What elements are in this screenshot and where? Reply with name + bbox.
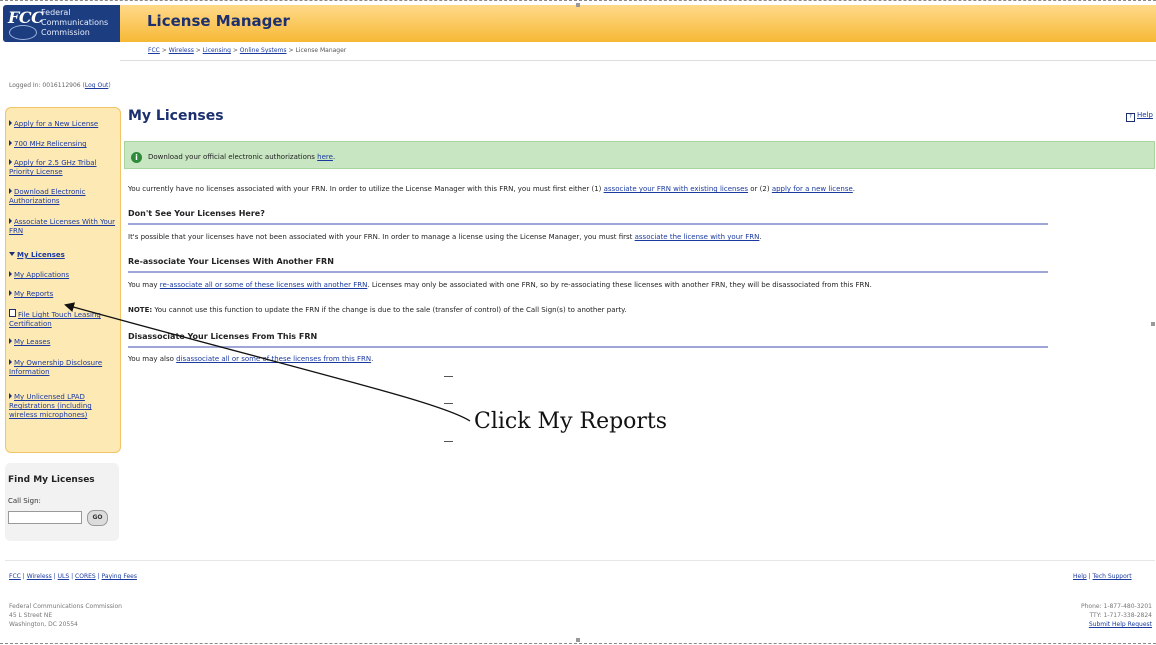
footer-help-link[interactable]: Help (1073, 573, 1087, 580)
footer-link-paying-fees[interactable]: Paying Fees (102, 573, 137, 580)
footer-contact: Phone: 1-877-480-3201 TTY: 1-717-338-282… (1081, 602, 1152, 629)
resize-handle (576, 638, 580, 642)
footer-help-links: Help | Tech Support (1073, 573, 1132, 580)
footer-phone: Phone: 1-877-480-3201 (1080, 603, 1152, 610)
footer-tech-support-link[interactable]: Tech Support (1093, 573, 1132, 580)
submit-help-request-link[interactable]: Submit Help Request (1081, 620, 1152, 629)
resize-handle (576, 3, 580, 7)
footer-link-cores[interactable]: CORES (75, 573, 96, 580)
callout-label: Click My Reports (474, 409, 668, 434)
resize-handle (1151, 322, 1155, 326)
footer-link-wireless[interactable]: Wireless (27, 573, 52, 580)
callout-arrow (64, 302, 471, 422)
footer-link-uls[interactable]: ULS (58, 573, 70, 580)
footer-divider (5, 560, 1155, 561)
screenshot-border-bottom (0, 643, 1156, 644)
footer-links: FCC | Wireless | ULS | CORES | Paying Fe… (9, 573, 137, 580)
footer-tty: TTY: 1-717-338-2824 (1089, 612, 1152, 619)
footer-link-fcc[interactable]: FCC (9, 573, 21, 580)
page-frame: FCC Federal Communications Commission Li… (0, 0, 1156, 645)
footer-address: Federal Communications Commission 45 L S… (9, 603, 122, 628)
